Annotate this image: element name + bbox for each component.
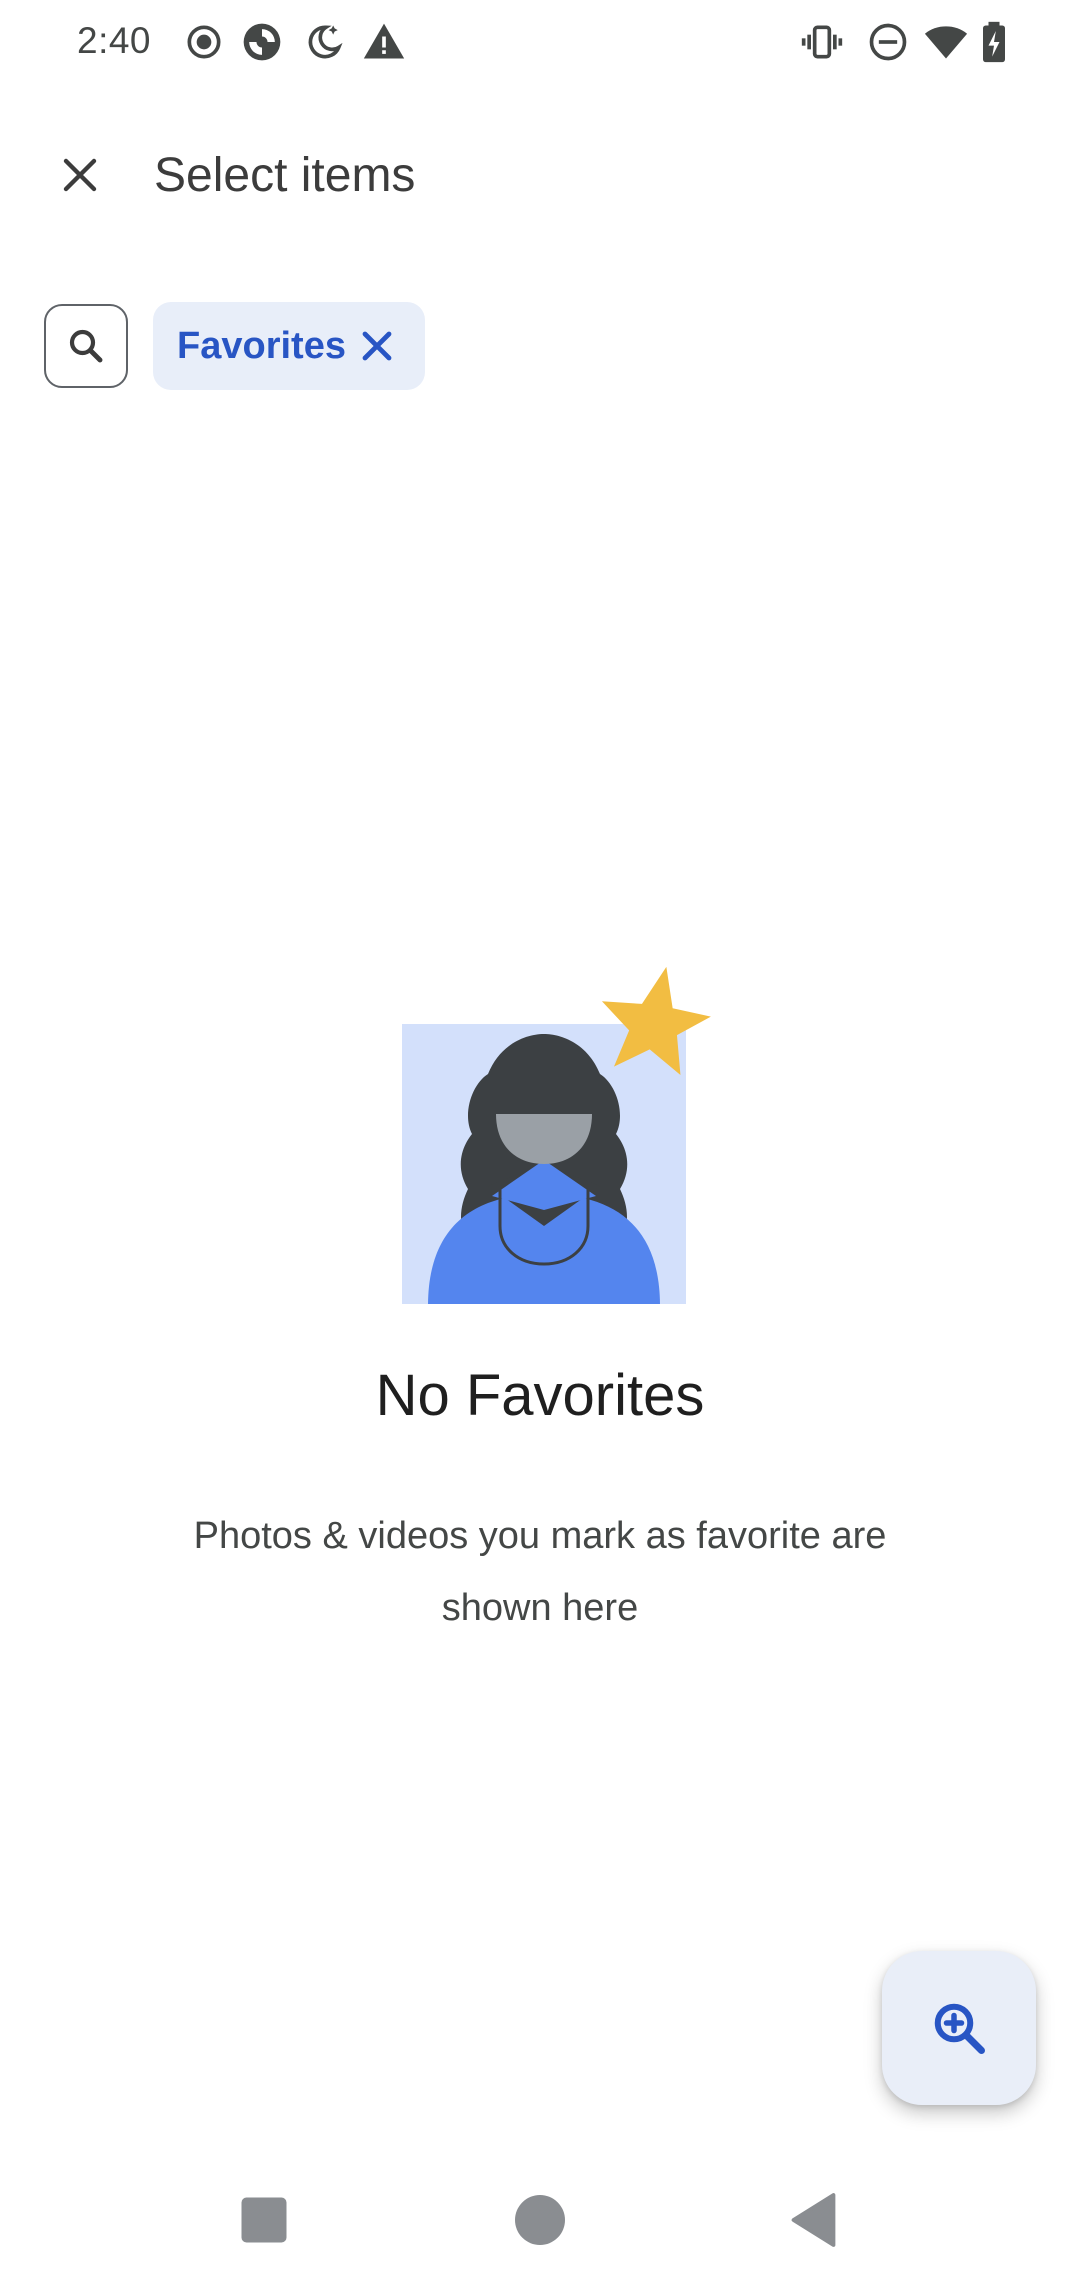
filter-chip-close-button[interactable] — [353, 322, 401, 370]
status-bar: 2:40 — [0, 0, 1080, 90]
zoom-in-icon — [934, 2003, 985, 2054]
recents-square-icon — [241, 2197, 287, 2243]
search-chip-button[interactable] — [44, 304, 128, 388]
back-button[interactable] — [786, 2190, 846, 2250]
system-nav-bar — [0, 2160, 1080, 2280]
home-circle-icon — [515, 2195, 565, 2245]
battery-charging-icon — [972, 20, 1016, 64]
recents-button[interactable] — [234, 2190, 294, 2250]
empty-state-description: Photos & videos you mark as favorite are… — [193, 1515, 887, 1629]
close-icon — [63, 158, 97, 192]
home-button[interactable] — [510, 2190, 570, 2250]
warning-icon — [362, 20, 406, 64]
filter-chip-label: Favorites — [177, 324, 346, 367]
search-icon — [69, 329, 103, 363]
wifi-icon — [924, 20, 968, 64]
page-title: Select items — [154, 149, 416, 202]
favorites-filter-chip[interactable]: Favorites — [153, 302, 425, 390]
close-icon — [362, 331, 392, 361]
app-ring-icon — [240, 20, 284, 64]
favorites-illustration — [396, 964, 716, 1304]
close-button[interactable] — [40, 135, 120, 215]
night-mode-icon — [302, 20, 346, 64]
status-time: 2:40 — [77, 20, 152, 61]
record-icon — [182, 20, 226, 64]
empty-state-title: No Favorites — [375, 1363, 705, 1428]
zoom-in-fab[interactable] — [882, 1951, 1036, 2105]
back-triangle-icon — [791, 2193, 836, 2247]
do-not-disturb-icon — [866, 20, 910, 64]
vibrate-icon — [800, 20, 844, 64]
top-app-bar: Select items — [0, 130, 1080, 220]
